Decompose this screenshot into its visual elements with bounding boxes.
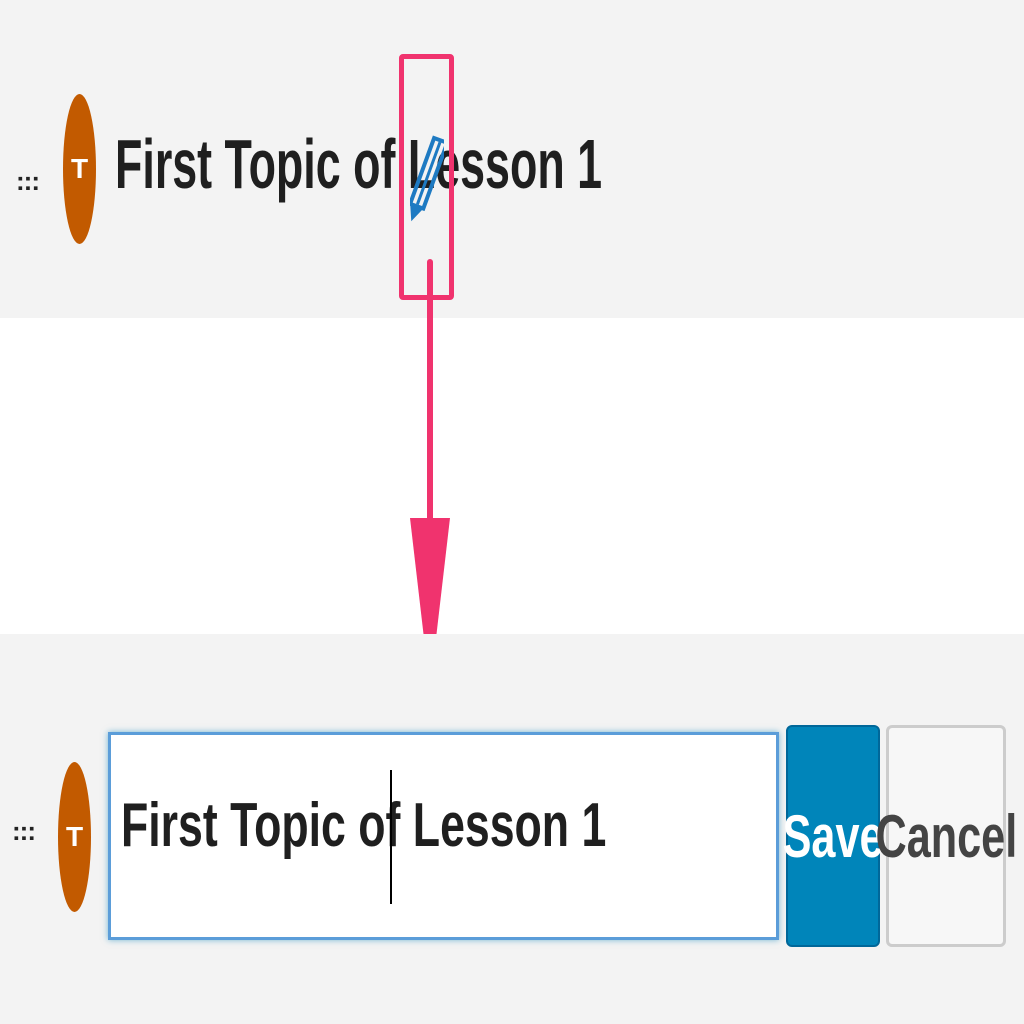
drag-handle-icon[interactable]: ::: — [12, 818, 36, 844]
cancel-button-label: Cancel — [875, 802, 1017, 870]
topic-title: First Topic of Lesson 1 — [115, 125, 603, 203]
arrow-annotation — [410, 259, 450, 690]
topic-title-input-value: First Topic of Lesson 1 — [121, 791, 607, 860]
topic-avatar: T — [58, 762, 91, 912]
drag-handle-icon[interactable]: ::: — [16, 168, 40, 194]
save-button[interactable]: Save — [783, 725, 883, 947]
cancel-button[interactable]: Cancel — [875, 725, 1017, 947]
save-button-label: Save — [782, 802, 884, 870]
pencil-icon[interactable] — [410, 128, 444, 228]
text-caret — [390, 770, 392, 904]
topic-avatar: T — [63, 94, 96, 244]
